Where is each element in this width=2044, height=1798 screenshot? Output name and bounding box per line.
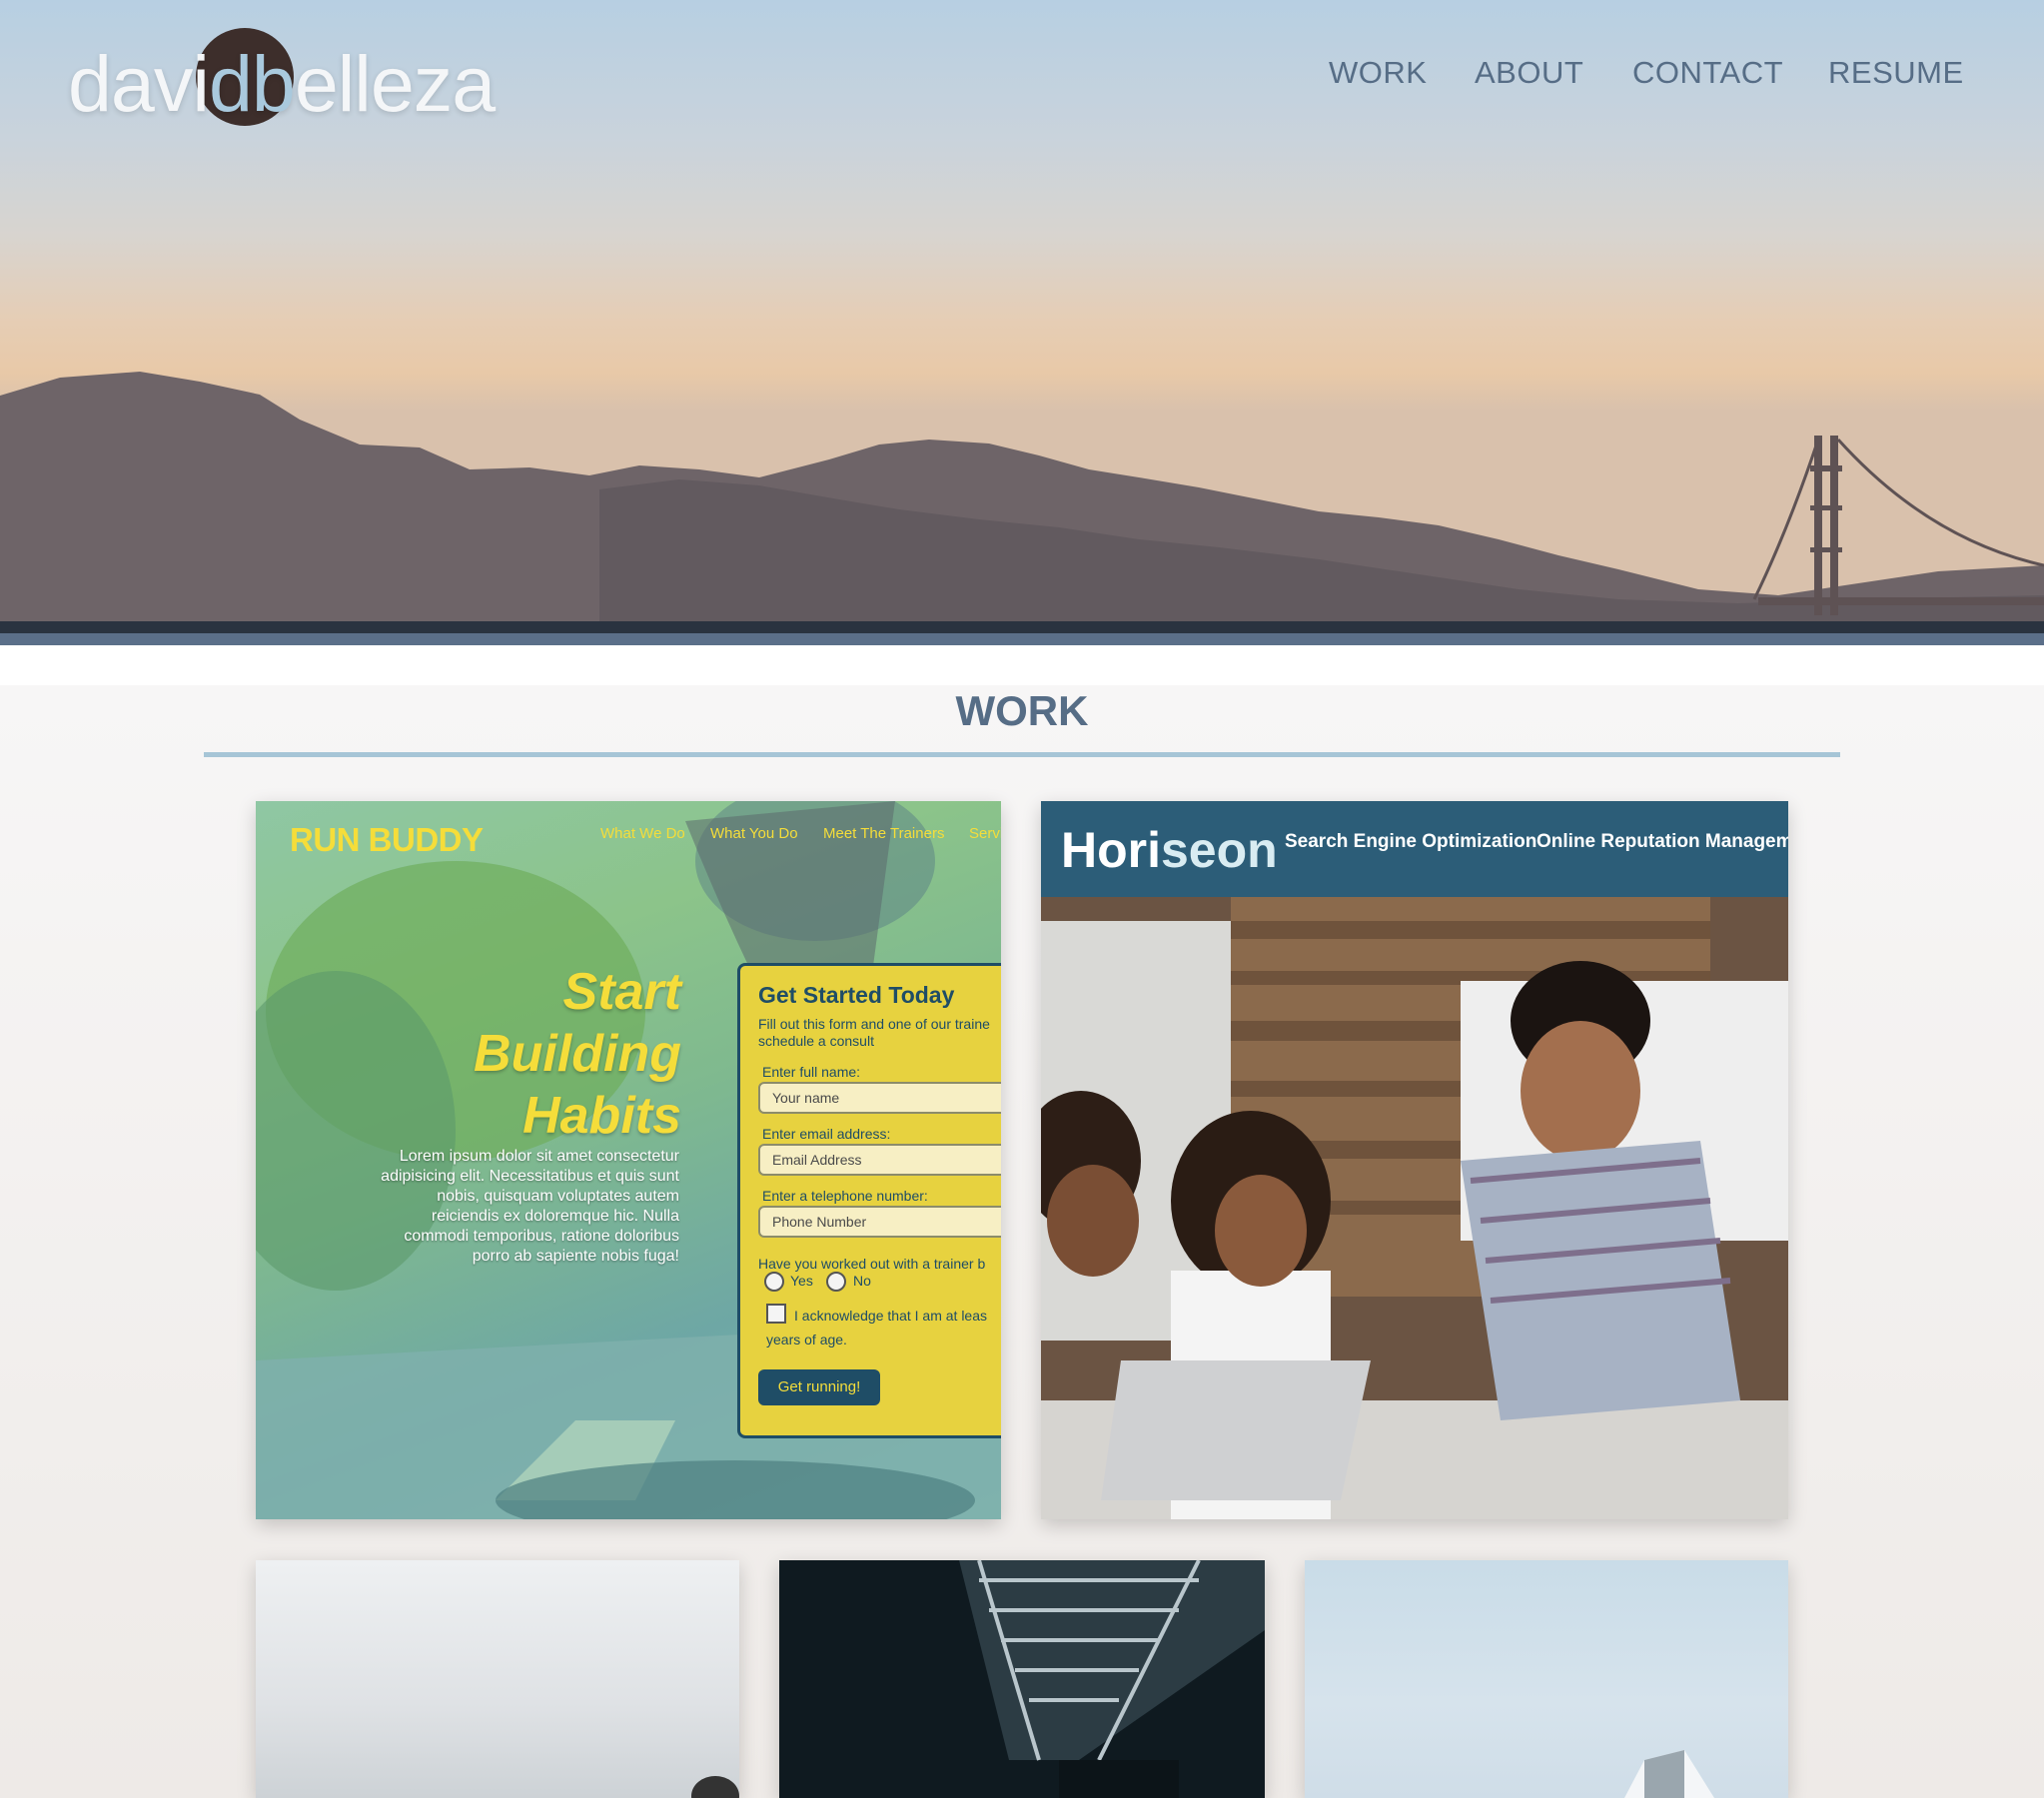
horiseon-nav-item: Search Engine Optimization — [1285, 831, 1537, 852]
project-4-thumbnail-image — [959, 1560, 1265, 1798]
section-gap — [0, 645, 2044, 685]
project-card-5[interactable] — [1305, 1560, 1788, 1798]
project-card-run-buddy[interactable]: RUN BUDDY What We Do What You Do Meet Th… — [256, 801, 1001, 1519]
horiseon-photo-image — [1041, 897, 1788, 1519]
project-card-horiseon[interactable]: Horiseon Search Engine Optimization Onli… — [1041, 801, 1788, 1519]
name-input: Your name — [758, 1082, 1001, 1114]
work-heading: WORK — [955, 687, 1089, 734]
hero-banner: davidbelleza WORK ABOUT CONTACT RESUME — [0, 0, 2044, 621]
run-buddy-signup-form: Get Started Today Fill out this form and… — [737, 963, 1001, 1438]
horiseon-logo: Horiseon — [1061, 821, 1278, 879]
headline-line: Building — [474, 1025, 681, 1083]
phone-input: Phone Number — [758, 1206, 1001, 1238]
run-buddy-nav-item: What We Do — [600, 825, 685, 842]
run-buddy-nav-item: Meet The Trainers — [823, 825, 945, 842]
yes-radio — [764, 1272, 784, 1292]
yes-label: Yes — [790, 1273, 813, 1289]
ack-text: I acknowledge that I am at leas — [794, 1308, 987, 1324]
logo-suffix: elleza — [294, 39, 496, 128]
no-radio — [826, 1272, 846, 1292]
run-buddy-logo: RUN BUDDY — [290, 821, 484, 858]
divider-dark — [0, 621, 2044, 633]
form-title: Get Started Today — [758, 982, 955, 1008]
age-checkbox — [766, 1304, 786, 1324]
email-input: Email Address — [758, 1144, 1001, 1176]
email-label: Enter email address: — [762, 1126, 891, 1142]
logo-part: Hori — [1061, 822, 1161, 878]
name-label: Enter full name: — [762, 1064, 861, 1080]
headline-line: Start — [562, 963, 681, 1021]
project-5-thumbnail-image — [1624, 1750, 1714, 1798]
logo-text: davidbelleza — [68, 38, 496, 130]
phone-label: Enter a telephone number: — [762, 1188, 928, 1204]
main-nav: WORK ABOUT CONTACT RESUME — [1245, 55, 2044, 95]
project-card-4[interactable] — [779, 1560, 1265, 1798]
nav-link-work[interactable]: WORK — [1329, 55, 1427, 91]
project-card-3[interactable] — [256, 1560, 739, 1798]
logo-part: seon — [1161, 822, 1278, 878]
logo-initials: db — [208, 39, 296, 128]
divider-blue — [0, 633, 2044, 645]
work-heading-rule — [204, 752, 1840, 757]
horiseon-nav-item: Online Reputation Managemen — [1536, 831, 1788, 852]
trainer-question: Have you worked out with a trainer b — [758, 1256, 986, 1272]
form-subtitle: Fill out this form and one of our traine… — [758, 1016, 990, 1049]
headline-line: Habits — [522, 1087, 681, 1145]
nav-link-resume[interactable]: RESUME — [1828, 55, 1964, 91]
nav-link-contact[interactable]: CONTACT — [1632, 55, 1783, 91]
run-buddy-headline: Start Building Habits — [474, 961, 681, 1147]
no-label: No — [853, 1273, 871, 1289]
site-logo[interactable]: davidbelleza — [68, 28, 496, 128]
project-3-thumbnail-image — [691, 1776, 739, 1798]
logo-prefix: davi — [68, 39, 210, 128]
nav-link-about[interactable]: ABOUT — [1475, 55, 1583, 91]
horiseon-header: Horiseon Search Engine Optimization Onli… — [1041, 801, 1788, 897]
get-running-button: Get running! — [758, 1369, 880, 1405]
run-buddy-nav-item: Servi — [969, 825, 1001, 842]
ack-text-line2: years of age. — [766, 1332, 847, 1348]
run-buddy-nav-item: What You Do — [710, 825, 798, 842]
run-buddy-body-text: Lorem ipsum dolor sit amet consectetur a… — [381, 1148, 679, 1265]
